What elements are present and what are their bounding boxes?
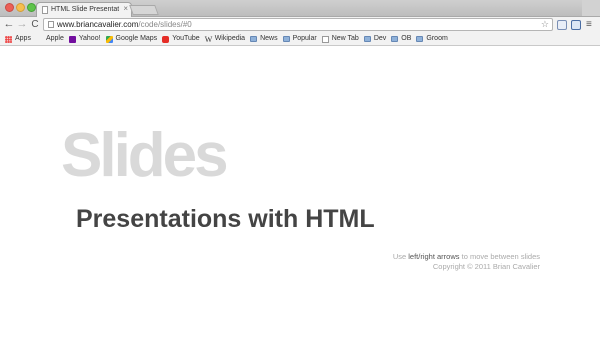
tab-title: HTML Slide Presentation xyxy=(51,6,119,13)
bookmark-apple[interactable]: Apple xyxy=(36,33,64,45)
bookmark-yahoo[interactable]: Yahoo! xyxy=(68,33,101,45)
youtube-icon xyxy=(162,35,170,43)
menu-icon[interactable]: ≡ xyxy=(586,18,592,31)
reload-icon[interactable]: C xyxy=(29,18,41,31)
navigation-hint: Use left/right arrows to move between sl… xyxy=(393,252,540,262)
bookmark-google-maps[interactable]: Google Maps xyxy=(105,33,158,45)
bookmark-wikipedia[interactable]: W Wikipedia xyxy=(205,33,245,45)
bookmark-label: Google Maps xyxy=(115,35,158,42)
bookmarks-bar: Apps Apple Yahoo! Google Maps YouTube WW… xyxy=(0,33,600,46)
url-host: www.briancavalier.com xyxy=(57,20,139,29)
bookmark-label: Apps xyxy=(15,35,31,42)
url-text[interactable]: www.briancavalier.com/code/slides/#0 xyxy=(57,19,192,30)
tab-strip: HTML Slide Presentation × xyxy=(0,0,600,17)
bookmark-label: Groom xyxy=(426,35,448,42)
address-bar[interactable]: www.briancavalier.com/code/slides/#0 ☆ xyxy=(43,18,553,31)
slide-area: Slides Presentations with HTML Use left/… xyxy=(0,46,600,364)
bookmark-label: News xyxy=(260,35,278,42)
page-favicon-icon xyxy=(42,6,48,14)
window-close-icon[interactable] xyxy=(5,3,14,12)
bookmark-groom[interactable]: Groom xyxy=(416,33,448,45)
bookmark-star-icon[interactable]: ☆ xyxy=(541,19,549,30)
maps-icon xyxy=(105,35,113,43)
bookmark-popular[interactable]: Popular xyxy=(282,33,317,45)
bookmark-label: New Tab xyxy=(331,35,359,42)
hint-suffix: to move between slides xyxy=(459,252,540,261)
bookmark-label: Wikipedia xyxy=(214,35,246,42)
folder-icon xyxy=(391,36,399,42)
bookmark-new-tab[interactable]: New Tab xyxy=(321,33,359,45)
back-arrow-icon[interactable]: ← xyxy=(3,18,15,31)
bookmark-label: Yahoo! xyxy=(78,35,101,42)
hint-keys: left/right arrows xyxy=(408,252,460,261)
tab-active[interactable]: HTML Slide Presentation × xyxy=(36,2,132,17)
extension-icon[interactable] xyxy=(557,20,567,30)
profile-area xyxy=(582,0,600,16)
folder-icon xyxy=(416,36,424,42)
bookmark-label: Popular xyxy=(292,35,317,42)
bookmark-dev[interactable]: Dev xyxy=(363,33,387,45)
page-icon xyxy=(48,21,54,28)
extension-icon[interactable] xyxy=(571,20,581,30)
window-maximize-icon[interactable] xyxy=(27,3,36,12)
bookmark-label: Dev xyxy=(373,35,387,42)
toolbar: ← → C www.briancavalier.com/code/slides/… xyxy=(0,17,600,33)
bookmark-apps[interactable]: Apps xyxy=(5,33,31,45)
bookmark-label: YouTube xyxy=(172,35,200,42)
slide-headline: Presentations with HTML xyxy=(76,205,375,233)
copyright-text: Copyright © 2011 Brian Cavalier xyxy=(432,262,540,271)
bookmark-youtube[interactable]: YouTube xyxy=(162,33,200,45)
folder-icon xyxy=(250,36,258,42)
bookmark-label: OB xyxy=(401,35,412,42)
folder-icon xyxy=(363,36,371,42)
browser-window: HTML Slide Presentation × ← → C www.bria… xyxy=(0,0,600,364)
window-minimize-icon[interactable] xyxy=(16,3,25,12)
forward-arrow-icon[interactable]: → xyxy=(16,18,28,31)
apple-icon xyxy=(36,36,43,43)
hint-prefix: Use xyxy=(392,252,409,261)
bookmark-label: Apple xyxy=(45,35,64,42)
wikipedia-icon: W xyxy=(204,34,213,44)
tab-close-icon[interactable]: × xyxy=(123,4,128,14)
new-tab-button[interactable] xyxy=(129,5,159,15)
slides-watermark: Slides xyxy=(61,121,229,190)
yahoo-icon xyxy=(68,35,76,43)
bookmark-ob[interactable]: OB xyxy=(391,33,411,45)
folder-icon xyxy=(282,36,290,42)
apps-icon xyxy=(5,35,12,43)
page-icon xyxy=(321,35,329,43)
bookmark-news[interactable]: News xyxy=(250,33,278,45)
url-path: /code/slides/#0 xyxy=(138,20,192,29)
